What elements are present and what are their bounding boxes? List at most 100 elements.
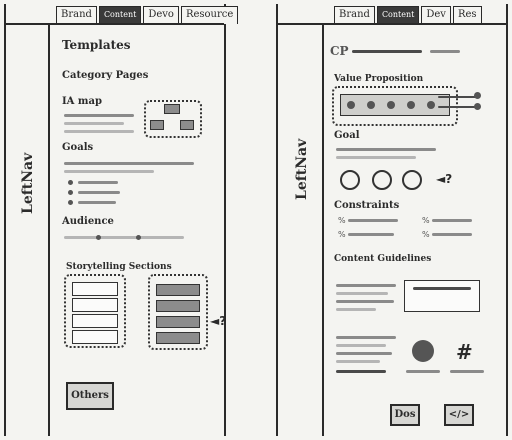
text-line	[336, 352, 392, 355]
slider-track[interactable]	[64, 236, 184, 239]
text-line	[78, 201, 116, 204]
callout-arrow-icon: ◄?	[210, 314, 227, 328]
left-nav-divider	[48, 24, 50, 436]
story-section[interactable]	[72, 314, 118, 328]
text-line	[336, 344, 386, 347]
card-title-line	[413, 287, 471, 290]
left-nav-divider	[322, 24, 324, 436]
bullet	[68, 180, 73, 185]
connector-line	[438, 106, 478, 108]
page-title: Templates	[62, 38, 131, 52]
text-line	[336, 336, 396, 339]
text-line	[64, 122, 124, 125]
color-swatch-icon[interactable]	[412, 340, 434, 362]
storytelling-list-b[interactable]	[148, 274, 208, 350]
goals-heading: Goals	[62, 142, 94, 153]
text-line	[432, 219, 472, 222]
tab-underline	[6, 23, 224, 25]
guideline-card[interactable]	[404, 280, 480, 312]
connector-dot	[474, 92, 481, 99]
tab-underline	[278, 23, 506, 25]
text-line	[336, 360, 380, 363]
goal-option-circle[interactable]	[340, 170, 360, 190]
storytelling-heading: Storytelling Sections	[66, 262, 172, 272]
goal-option-circle[interactable]	[402, 170, 422, 190]
breadcrumb[interactable]: CP	[330, 44, 349, 58]
left-nav[interactable]: LeftNav	[294, 139, 310, 200]
constraint-symbol: %	[338, 216, 346, 225]
storytelling-list-a[interactable]	[64, 274, 126, 348]
text-line	[78, 191, 120, 194]
text-line	[64, 114, 134, 117]
constraint-symbol: %	[338, 230, 346, 239]
category-pages-heading: Category Pages	[62, 70, 149, 81]
right-tab-bar: Brand Content Dev Res	[334, 6, 482, 24]
text-line	[336, 156, 416, 159]
value-dot	[427, 101, 435, 109]
text-line	[336, 148, 436, 151]
left-nav[interactable]: LeftNav	[20, 153, 36, 214]
story-section[interactable]	[72, 298, 118, 312]
tab-res[interactable]: Res	[452, 6, 482, 24]
story-section[interactable]	[156, 284, 200, 296]
swatch-label-line	[406, 370, 440, 373]
story-section[interactable]	[156, 300, 200, 312]
bullet	[68, 190, 73, 195]
value-dot	[347, 101, 355, 109]
tab-brand[interactable]: Brand	[334, 6, 375, 24]
story-section[interactable]	[72, 282, 118, 296]
text-line	[336, 370, 386, 373]
tab-content[interactable]: Content	[98, 6, 142, 24]
ia-map-heading: IA map	[62, 96, 102, 107]
breadcrumb-scribble	[352, 50, 422, 53]
value-dot	[407, 101, 415, 109]
connector-dot	[474, 103, 481, 110]
sitemap-node	[180, 120, 194, 130]
others-button[interactable]: Others	[66, 382, 114, 410]
text-line	[432, 233, 472, 236]
story-section[interactable]	[72, 330, 118, 344]
hash-icon[interactable]: #	[456, 340, 473, 364]
connector-line	[438, 96, 478, 98]
tab-devo[interactable]: Devo	[143, 6, 179, 24]
value-dot	[367, 101, 375, 109]
constraint-symbol: %	[422, 230, 430, 239]
goal-heading: Goal	[334, 130, 360, 141]
ia-map-diagram[interactable]	[144, 100, 202, 138]
callout-arrow-icon: ◄?	[436, 172, 453, 186]
tab-content[interactable]: Content	[376, 6, 420, 24]
hash-label-line	[450, 370, 484, 373]
text-line	[336, 308, 376, 311]
text-line	[64, 170, 154, 173]
audience-heading: Audience	[62, 216, 114, 227]
slider-handle[interactable]	[96, 235, 101, 240]
goal-option-circle[interactable]	[372, 170, 392, 190]
text-line	[64, 162, 194, 165]
docs-button[interactable]: Dos	[390, 404, 420, 426]
value-dot	[387, 101, 395, 109]
bullet	[68, 200, 73, 205]
code-button[interactable]: </>	[444, 404, 474, 426]
text-line	[336, 292, 388, 295]
left-tab-bar: Brand Content Devo Resource	[56, 6, 239, 24]
tab-dev[interactable]: Dev	[421, 6, 451, 24]
text-line	[336, 300, 394, 303]
breadcrumb-line	[430, 50, 460, 53]
text-line	[336, 284, 396, 287]
text-line	[348, 233, 394, 236]
story-section[interactable]	[156, 316, 200, 328]
content-guidelines-heading: Content Guidelines	[334, 254, 432, 264]
tab-resource[interactable]: Resource	[180, 6, 239, 24]
sitemap-icon	[164, 104, 180, 114]
text-line	[64, 130, 134, 133]
slider-handle[interactable]	[136, 235, 141, 240]
text-line	[78, 181, 118, 184]
constraints-heading: Constraints	[334, 200, 400, 211]
right-screen-sketch: Brand Content Dev Res LeftNav CP Value P…	[276, 4, 508, 436]
tab-brand[interactable]: Brand	[56, 6, 97, 24]
text-line	[348, 219, 398, 222]
story-section[interactable]	[156, 332, 200, 344]
value-proposition-heading: Value Proposition	[334, 74, 424, 84]
left-screen-sketch: Brand Content Devo Resource LeftNav Temp…	[4, 4, 239, 436]
value-dot-row[interactable]	[340, 94, 450, 116]
